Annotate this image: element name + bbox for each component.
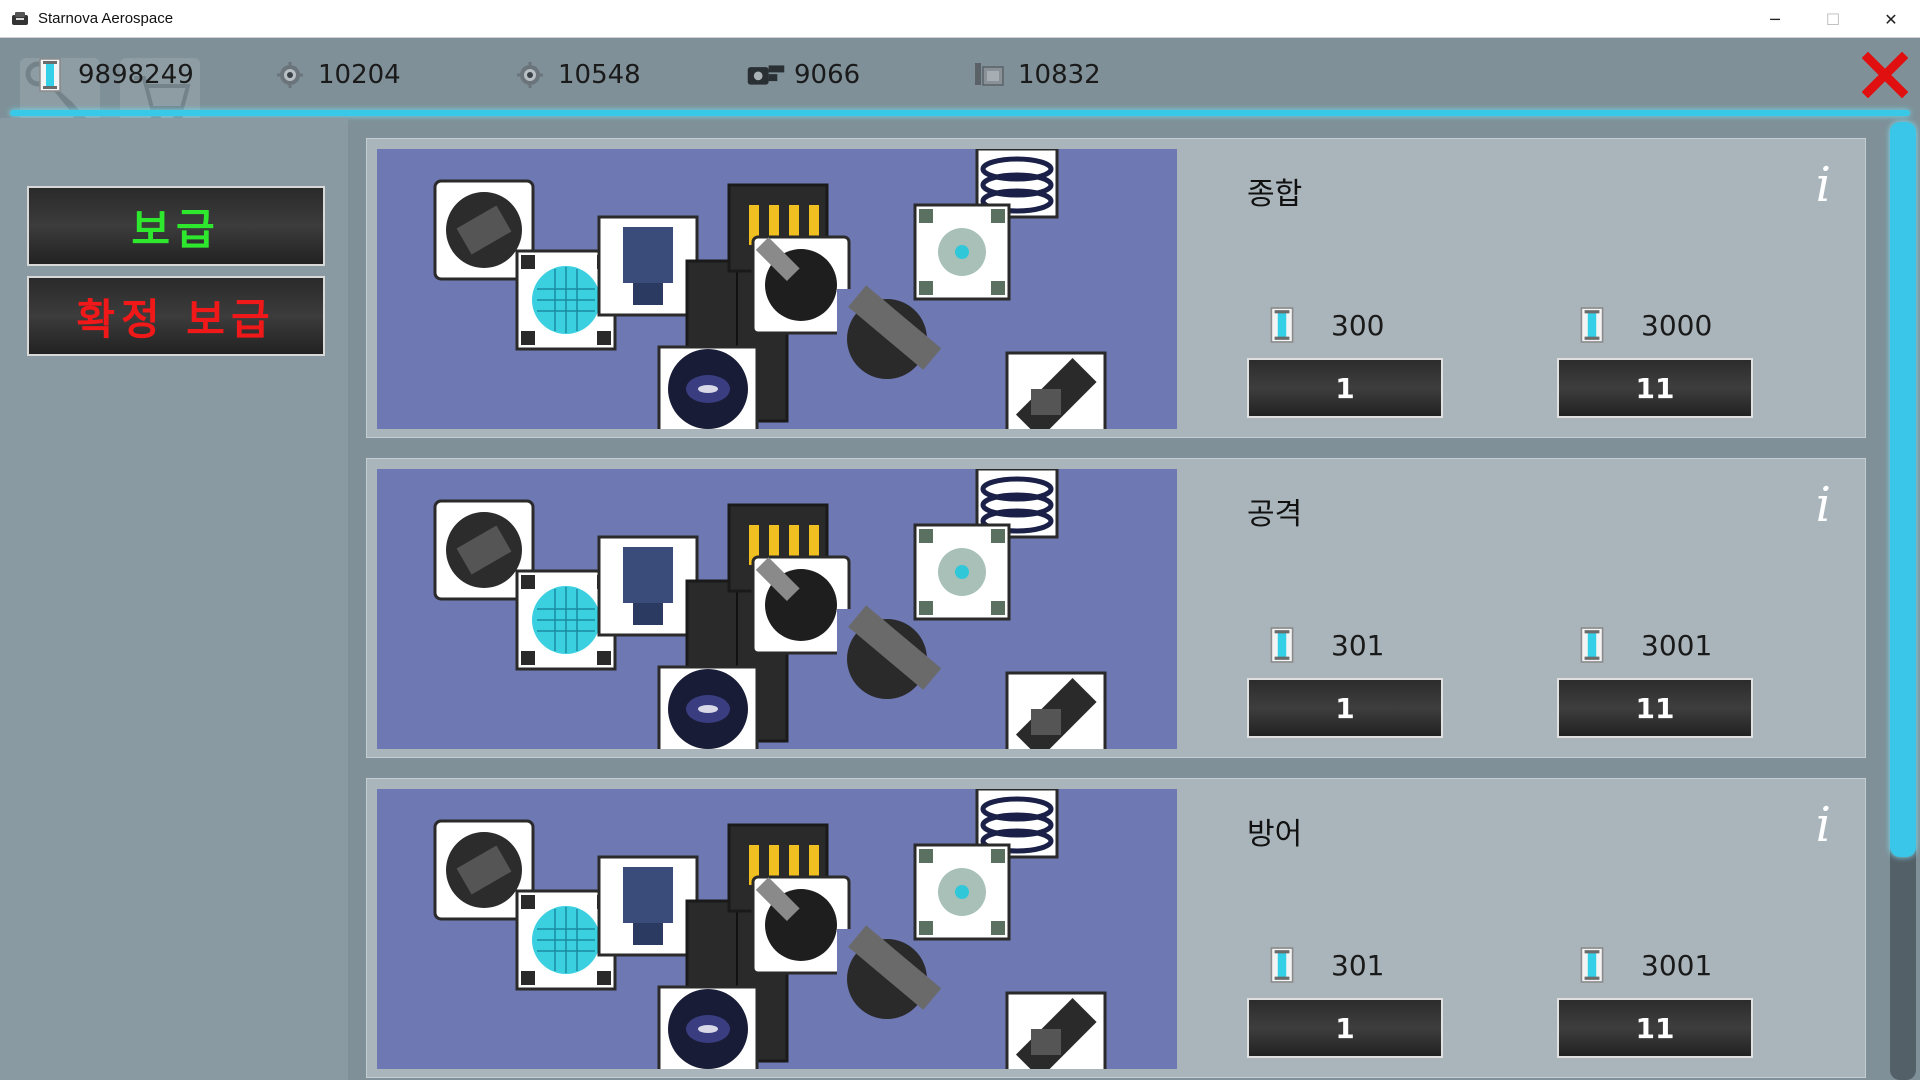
card-title: 공격 [1247, 497, 1303, 532]
module-icon [970, 57, 1010, 93]
single-cost: 301 [1267, 627, 1384, 663]
buy-multi-button[interactable]: 11 [1557, 998, 1753, 1058]
gear-part-icon [270, 57, 310, 93]
sidebar: 보급 확정 보급 [0, 118, 348, 1080]
resource-value: 10204 [318, 60, 401, 90]
buy-single-button[interactable]: 1 [1247, 998, 1443, 1058]
maximize-button[interactable]: ☐ [1804, 0, 1862, 38]
cost-value: 3000 [1641, 308, 1713, 342]
buy-multi-button[interactable]: 11 [1557, 678, 1753, 738]
window-titlebar: Starnova Aerospace ─ ☐ ✕ [0, 0, 1920, 38]
resource-value: 10832 [1018, 60, 1101, 90]
buy-single-button[interactable]: 1 [1247, 678, 1443, 738]
scrollbar-thumb[interactable] [1890, 122, 1916, 857]
info-icon[interactable]: i [1816, 157, 1831, 213]
supply-card-defense: 방어 i 301 3001 1 11 [366, 778, 1866, 1078]
app-icon [10, 9, 30, 29]
cost-value: 301 [1331, 948, 1385, 982]
gear-part-icon [510, 57, 550, 93]
card-art [377, 149, 1177, 429]
minimize-button[interactable]: ─ [1746, 0, 1804, 38]
close-icon[interactable] [1861, 51, 1909, 99]
card-title: 방어 [1247, 817, 1303, 852]
buy-single-button[interactable]: 1 [1247, 358, 1443, 418]
supply-card-attack: 공격 i 301 3001 1 11 [366, 458, 1866, 758]
gun-icon [746, 57, 786, 93]
window-close-button[interactable]: ✕ [1862, 0, 1920, 38]
info-icon[interactable]: i [1816, 797, 1831, 853]
multi-cost: 3000 [1577, 307, 1712, 343]
card-art [377, 469, 1177, 749]
supply-card-general: 종합 i 300 3000 1 11 [366, 138, 1866, 438]
crystal-icon [1580, 307, 1604, 343]
resource-value: 10548 [558, 60, 641, 90]
game-area: 9898249 10204 10548 9066 10832 보급 확정 보급 … [0, 38, 1920, 1080]
resource-value: 9898249 [78, 60, 194, 90]
crystal-icon [1580, 627, 1604, 663]
buy-multi-button[interactable]: 11 [1557, 358, 1753, 418]
resource-crystal: 9898249 [30, 56, 194, 94]
resource-value: 9066 [794, 60, 861, 90]
window-controls: ─ ☐ ✕ [1746, 0, 1920, 38]
header-divider [10, 110, 1910, 116]
resource-module: 10832 [970, 56, 1101, 94]
info-icon[interactable]: i [1816, 477, 1831, 533]
multi-cost: 3001 [1577, 627, 1712, 663]
card-title: 종합 [1247, 177, 1303, 212]
cost-value: 301 [1331, 628, 1385, 662]
multi-cost: 3001 [1577, 947, 1712, 983]
window-title: Starnova Aerospace [38, 10, 174, 27]
single-cost: 301 [1267, 947, 1384, 983]
crystal-icon [1580, 947, 1604, 983]
crystal-icon [1270, 307, 1294, 343]
crystal-icon [1270, 627, 1294, 663]
guaranteed-supply-button[interactable]: 확정 보급 [27, 276, 325, 356]
resource-gun: 9066 [746, 56, 860, 94]
crystal-icon [30, 57, 70, 93]
resource-gear-2: 10548 [510, 56, 641, 94]
card-art [377, 789, 1177, 1069]
supply-button[interactable]: 보급 [27, 186, 325, 266]
resource-bar: 9898249 10204 10548 9066 10832 [0, 38, 1920, 112]
cost-value: 3001 [1641, 628, 1713, 662]
crystal-icon [1270, 947, 1294, 983]
single-cost: 300 [1267, 307, 1384, 343]
cost-value: 300 [1331, 308, 1385, 342]
cost-value: 3001 [1641, 948, 1713, 982]
resource-gear-1: 10204 [270, 56, 401, 94]
scrollbar[interactable] [1890, 122, 1916, 1080]
